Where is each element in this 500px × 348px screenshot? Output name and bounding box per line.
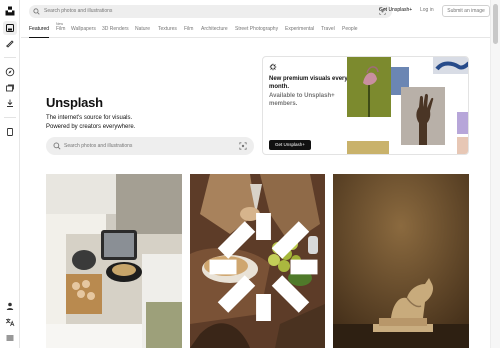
promo-hand-image	[401, 87, 445, 145]
hero-title: Unsplash	[46, 95, 103, 110]
topic-tabs: Featured New Film Wallpapers 3D Renders …	[21, 22, 490, 38]
top-header: Search photos and illustrations Get Unsp…	[21, 0, 490, 22]
tab-textures[interactable]: Textures	[158, 25, 177, 33]
kitchen-photo	[46, 174, 182, 348]
tab-featured[interactable]: Featured	[29, 25, 50, 38]
unsplash-logo-icon[interactable]	[5, 6, 15, 16]
sculpture-photo	[333, 174, 469, 348]
search-icon	[53, 142, 61, 150]
tab-3d-renders[interactable]: 3D Renders	[102, 25, 129, 33]
tab-experimental[interactable]: Experimental	[285, 25, 314, 33]
rail-divider	[4, 57, 16, 58]
tab-travel[interactable]: Travel	[321, 25, 335, 33]
photo-market-produce[interactable]	[190, 174, 325, 348]
promo-title: New premium visuals every month.	[269, 76, 348, 90]
promo-gold-image	[347, 141, 389, 154]
header-search-placeholder: Search photos and illustrations	[44, 8, 113, 14]
search-icon	[33, 8, 40, 15]
visual-search-icon[interactable]	[239, 142, 247, 150]
photo-sculpture[interactable]	[333, 174, 469, 348]
scrollbar-thumb[interactable]	[493, 4, 498, 44]
promo-purple-image	[457, 112, 468, 134]
tab-architecture[interactable]: Architecture	[201, 25, 228, 33]
tab-nature[interactable]: Nature	[135, 25, 150, 33]
promo-flower-image	[347, 57, 391, 117]
photo-kitchen[interactable]	[46, 174, 182, 348]
unsplash-plus-promo-card[interactable]: New premium visuals every month. Availab…	[262, 56, 469, 155]
login-link[interactable]: Log in	[420, 6, 434, 15]
page-scrollbar[interactable]	[490, 0, 500, 348]
download-icon[interactable]	[5, 98, 15, 108]
get-unsplash-plus-link[interactable]: Get Unsplash+	[379, 6, 412, 15]
hero-subtitle: The internet's source for visuals. Power…	[46, 115, 136, 130]
tab-film[interactable]: Film	[184, 25, 193, 33]
submit-image-button[interactable]: Submit an image	[442, 5, 490, 17]
illustration-icon[interactable]	[5, 38, 15, 48]
promo-feet-image	[433, 57, 468, 74]
home-icon[interactable]	[3, 21, 17, 35]
promo-subtitle: Available to Unsplash+ members.	[269, 93, 335, 107]
hero-search-bar[interactable]: Search photos and illustrations	[46, 137, 254, 155]
user-icon[interactable]	[5, 301, 15, 311]
unsplash-plus-logo-icon	[269, 63, 277, 71]
left-rail	[0, 0, 20, 348]
explore-icon[interactable]	[5, 67, 15, 77]
get-unsplash-plus-button[interactable]: Get Unsplash+	[269, 140, 311, 150]
collections-icon[interactable]	[5, 83, 15, 93]
language-icon[interactable]	[5, 317, 15, 327]
unsplash-plus-badge-icon	[209, 213, 318, 321]
tab-street-photography[interactable]: Street Photography	[235, 25, 278, 33]
bookmark-icon[interactable]	[5, 127, 15, 137]
tab-film-new[interactable]: New Film	[56, 22, 65, 33]
header-search-bar[interactable]: Search photos and illustrations	[29, 5, 392, 18]
hero-search-placeholder: Search photos and illustrations	[64, 143, 133, 149]
promo-peach-image	[457, 137, 468, 154]
tab-wallpapers[interactable]: Wallpapers	[71, 25, 96, 33]
new-badge: New	[56, 22, 64, 26]
menu-icon[interactable]	[5, 333, 15, 343]
tab-people[interactable]: People	[342, 25, 358, 33]
rail-divider	[4, 117, 16, 118]
